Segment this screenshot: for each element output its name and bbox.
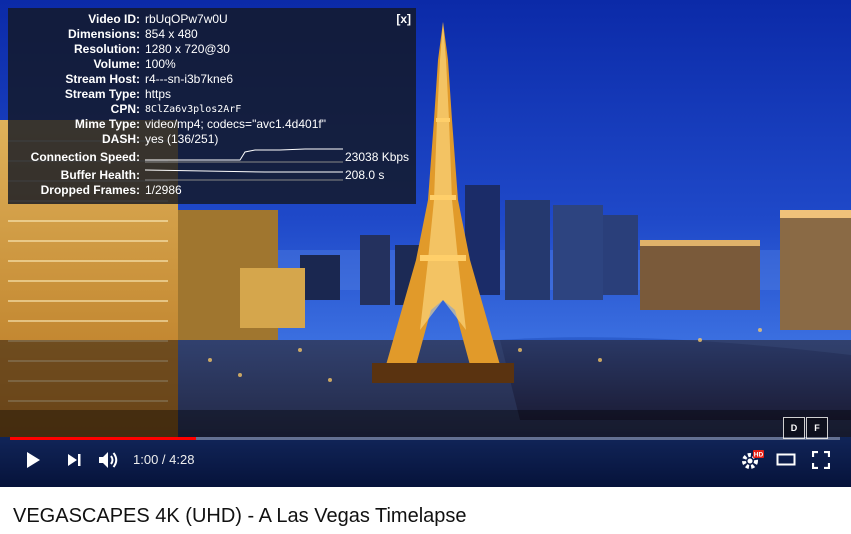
stats-for-nerds-panel: [x] Video ID: rbUqOPw7w0U Dimensions: 85…: [8, 8, 416, 204]
time-display: 1:00 / 4:28: [133, 452, 195, 467]
stats-row-stream-type: Stream Type: https: [8, 87, 416, 102]
next-button[interactable]: [66, 452, 82, 468]
d-button[interactable]: D: [783, 417, 805, 439]
video-player[interactable]: [x] Video ID: rbUqOPw7w0U Dimensions: 85…: [0, 0, 851, 487]
settings-gear-icon: HD: [742, 450, 764, 469]
stats-label: Connection Speed:: [30, 150, 140, 164]
stats-value: r4---sn-i3b7kne6: [145, 72, 234, 86]
stats-label: CPN:: [110, 102, 140, 116]
play-icon: [27, 452, 40, 468]
stats-value: 208.0 s: [345, 168, 385, 182]
fullscreen-button[interactable]: [811, 450, 831, 470]
next-icon: [68, 454, 81, 466]
stats-row-volume: Volume: 100%: [8, 57, 416, 72]
stats-label: Mime Type:: [74, 117, 140, 131]
mute-button[interactable]: [98, 450, 120, 470]
stats-label: Buffer Health:: [60, 168, 140, 182]
stats-value: rbUqOPw7w0U: [145, 12, 228, 26]
hd-badge: HD: [754, 452, 764, 459]
stats-label: Stream Type:: [64, 87, 140, 101]
stats-label: Video ID:: [88, 12, 140, 26]
stats-row-buffer-health: Buffer Health: 208.0 s: [8, 168, 416, 183]
stats-row-stream-host: Stream Host: r4---sn-i3b7kne6: [8, 72, 416, 87]
buffer-health-graph: [145, 169, 343, 181]
stats-label: Dropped Frames:: [40, 183, 140, 197]
f-button[interactable]: F: [806, 417, 828, 439]
connection-speed-graph: [145, 148, 343, 163]
theater-mode-button[interactable]: [776, 452, 796, 467]
stats-value: video/mp4; codecs="avc1.4d401f": [145, 117, 326, 131]
progress-played: [10, 437, 196, 440]
stats-value: https: [145, 87, 172, 101]
video-title: VEGASCAPES 4K (UHD) - A Las Vegas Timela…: [13, 505, 467, 527]
stats-label: Stream Host:: [65, 72, 140, 86]
stats-label: Volume:: [93, 57, 140, 71]
stats-row-dropped-frames: Dropped Frames: 1/2986: [8, 183, 416, 198]
stats-value: 854 x 480: [145, 27, 198, 41]
fullscreen-icon: [811, 450, 831, 470]
stats-row-dash: DASH: yes (136/251): [8, 132, 416, 147]
theater-mode-icon: [776, 453, 796, 466]
stats-row-connection-speed: Connection Speed: 23038 Kbps: [8, 148, 416, 165]
stats-value: 100%: [145, 57, 176, 71]
stats-value: 23038 Kbps: [345, 150, 410, 164]
stats-value: 1280 x 720@30: [145, 42, 230, 56]
volume-icon: [99, 452, 118, 468]
stats-row-dimensions: Dimensions: 854 x 480: [8, 27, 416, 42]
stats-row-resolution: Resolution: 1280 x 720@30: [8, 42, 416, 57]
stats-value: 8ClZa6v3plos2ArF: [145, 104, 242, 115]
stats-value: 1/2986: [145, 183, 182, 197]
stats-value: yes (136/251): [145, 132, 219, 146]
play-button[interactable]: [24, 451, 42, 469]
progress-bar[interactable]: [10, 437, 840, 440]
stats-row-video-id: Video ID: rbUqOPw7w0U: [8, 12, 416, 27]
settings-button[interactable]: HD: [740, 449, 764, 471]
stats-row-cpn: CPN: 8ClZa6v3plos2ArF: [8, 102, 416, 117]
stats-label: Dimensions:: [67, 27, 140, 41]
stats-label: DASH:: [102, 132, 140, 146]
stats-label: Resolution:: [74, 42, 140, 56]
stats-row-mime-type: Mime Type: video/mp4; codecs="avc1.4d401…: [8, 117, 416, 132]
